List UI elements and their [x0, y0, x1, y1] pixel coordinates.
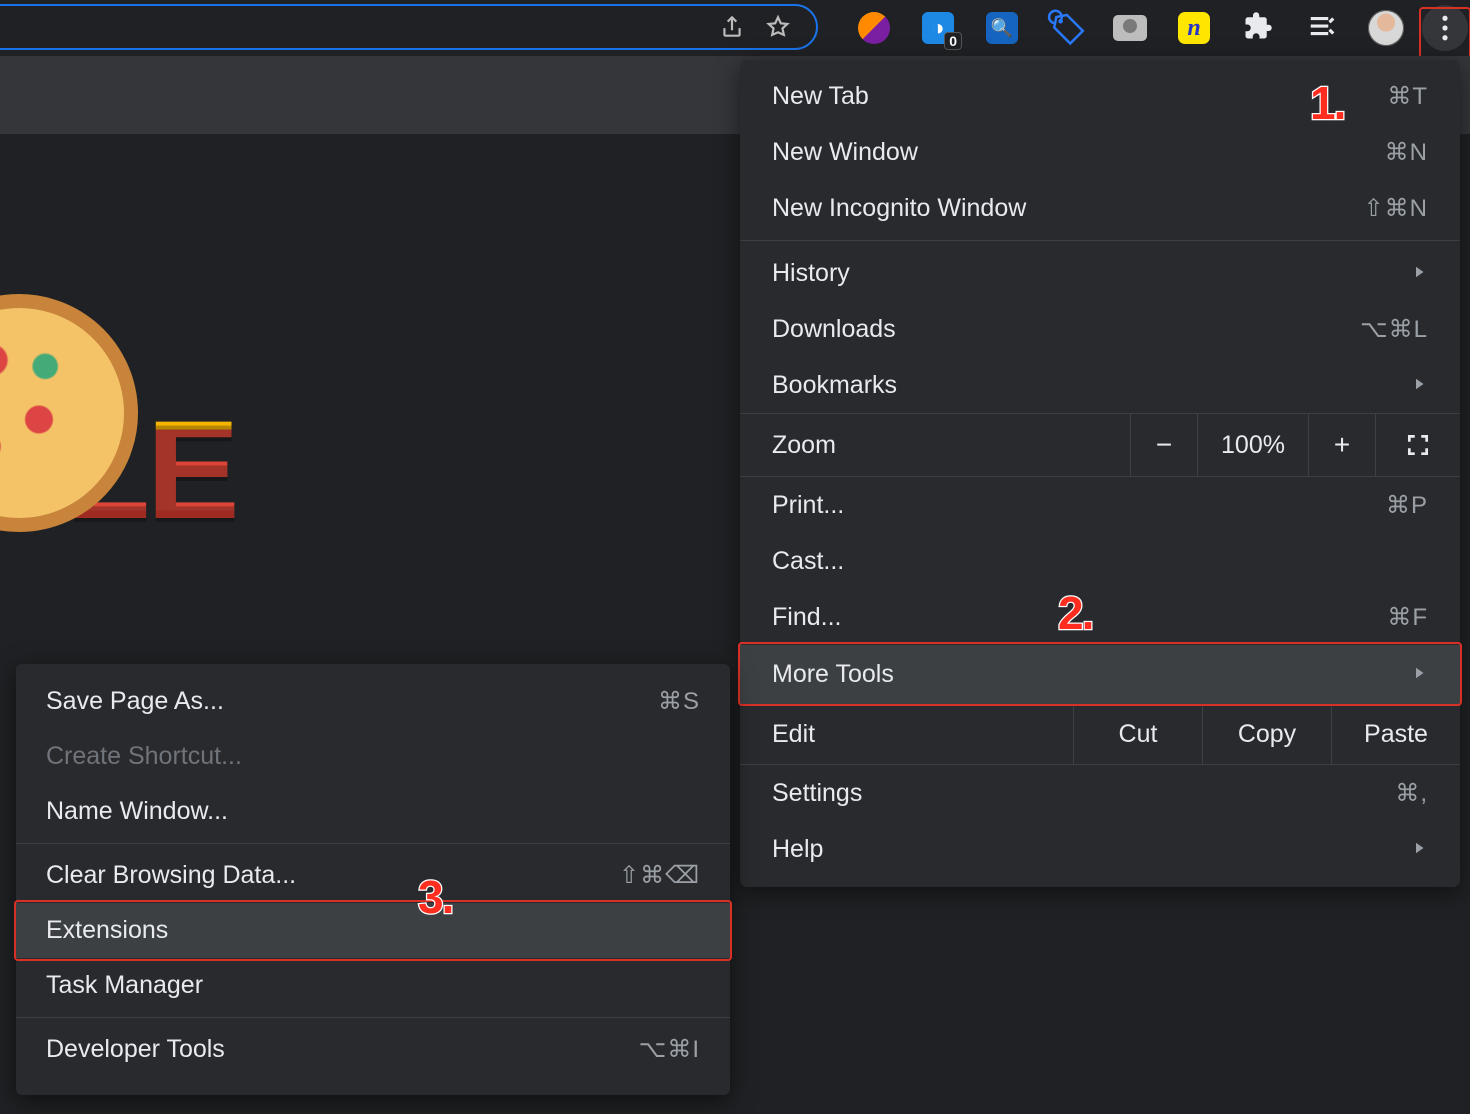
menu-new-incognito[interactable]: New Incognito Window ⇧⌘N: [740, 180, 1460, 236]
menu-item-shortcut: ⌘P: [1386, 491, 1428, 520]
submenu-task-manager[interactable]: Task Manager: [16, 958, 730, 1013]
menu-history[interactable]: History: [740, 245, 1460, 301]
menu-new-window[interactable]: New Window ⌘N: [740, 124, 1460, 180]
menu-item-label: Save Page As...: [46, 687, 224, 716]
menu-new-tab[interactable]: New Tab ⌘T: [740, 68, 1460, 124]
extension-icon-2[interactable]: 0: [906, 0, 970, 56]
menu-edit: Edit Cut Copy Paste: [740, 703, 1460, 765]
menu-item-shortcut: ⌘N: [1385, 138, 1428, 167]
address-bar[interactable]: [0, 4, 818, 50]
menu-item-label: Find...: [772, 603, 841, 632]
menu-item-label: Developer Tools: [46, 1035, 225, 1064]
menu-item-label: Task Manager: [46, 971, 203, 1000]
main-menu: New Tab ⌘T New Window ⌘N New Incognito W…: [740, 60, 1460, 887]
submenu-create-shortcut: Create Shortcut...: [16, 729, 730, 784]
edit-copy-button[interactable]: Copy: [1202, 704, 1331, 764]
browser-toolbar: 0 n: [0, 0, 1470, 57]
menu-item-label: Print...: [772, 491, 844, 520]
submenu-save-page[interactable]: Save Page As... ⌘S: [16, 674, 730, 729]
menu-divider: [16, 1017, 730, 1018]
bookmark-star-icon[interactable]: [762, 11, 794, 43]
menu-item-label: Cast...: [772, 547, 844, 576]
google-doodle[interactable]: GLE: [0, 310, 360, 630]
menu-item-shortcut: ⌘T: [1387, 82, 1428, 111]
menu-item-label: Help: [772, 835, 823, 864]
menu-item-shortcut: ⌥⌘L: [1360, 315, 1428, 344]
submenu-developer-tools[interactable]: Developer Tools ⌥⌘I: [16, 1022, 730, 1077]
menu-item-label: New Window: [772, 138, 918, 167]
menu-item-label: Name Window...: [46, 797, 228, 826]
extension-icon-6[interactable]: n: [1162, 0, 1226, 56]
extension-icon-4[interactable]: [1034, 0, 1098, 56]
edit-cut-button[interactable]: Cut: [1073, 704, 1202, 764]
fullscreen-button[interactable]: [1375, 414, 1460, 476]
menu-item-label: Downloads: [772, 315, 896, 344]
menu-item-label: Create Shortcut...: [46, 742, 242, 771]
submenu-arrow-icon: [1410, 259, 1428, 288]
menu-item-label: Bookmarks: [772, 371, 897, 400]
extension-icon-1[interactable]: [842, 0, 906, 56]
menu-help[interactable]: Help: [740, 821, 1460, 877]
menu-item-label: Zoom: [772, 431, 836, 460]
main-menu-button[interactable]: [1422, 5, 1468, 51]
edit-paste-button[interactable]: Paste: [1331, 704, 1460, 764]
menu-more-tools[interactable]: More Tools: [740, 645, 1460, 703]
menu-item-label: New Incognito Window: [772, 194, 1026, 223]
submenu-extensions[interactable]: Extensions: [16, 903, 730, 958]
menu-item-shortcut: ⌘F: [1387, 603, 1428, 632]
menu-settings[interactable]: Settings ⌘,: [740, 765, 1460, 821]
extensions-menu-icon[interactable]: [1226, 0, 1290, 56]
menu-item-label: Extensions: [46, 916, 168, 945]
profile-avatar[interactable]: [1354, 0, 1418, 56]
extension-strip: 0 n: [838, 0, 1470, 56]
menu-cast[interactable]: Cast...: [740, 533, 1460, 589]
extension-badge: 0: [944, 32, 962, 50]
more-tools-submenu: Save Page As... ⌘S Create Shortcut... Na…: [16, 664, 730, 1095]
submenu-arrow-icon: [1410, 835, 1428, 864]
extension-icon-5[interactable]: [1098, 0, 1162, 56]
submenu-name-window[interactable]: Name Window...: [16, 784, 730, 839]
share-icon[interactable]: [716, 11, 748, 43]
menu-print[interactable]: Print... ⌘P: [740, 477, 1460, 533]
submenu-arrow-icon: [1410, 660, 1428, 689]
menu-bookmarks[interactable]: Bookmarks: [740, 357, 1460, 413]
menu-item-label: New Tab: [772, 82, 869, 111]
menu-item-label: More Tools: [772, 660, 894, 689]
menu-item-shortcut: ⇧⌘N: [1364, 194, 1428, 223]
zoom-value: 100%: [1197, 414, 1308, 476]
reading-list-icon[interactable]: [1290, 0, 1354, 56]
menu-zoom: Zoom − 100% +: [740, 413, 1460, 477]
menu-downloads[interactable]: Downloads ⌥⌘L: [740, 301, 1460, 357]
menu-divider: [16, 843, 730, 844]
menu-item-label: Settings: [772, 779, 862, 808]
menu-find[interactable]: Find... ⌘F: [740, 589, 1460, 645]
menu-item-label: Clear Browsing Data...: [46, 861, 296, 890]
menu-item-label: Edit: [772, 720, 815, 749]
submenu-arrow-icon: [1410, 371, 1428, 400]
submenu-clear-browsing-data[interactable]: Clear Browsing Data... ⇧⌘⌫: [16, 848, 730, 903]
menu-item-shortcut: ⇧⌘⌫: [619, 861, 700, 890]
menu-item-shortcut: ⌘S: [658, 687, 700, 716]
zoom-out-button[interactable]: −: [1130, 414, 1197, 476]
menu-divider: [740, 240, 1460, 241]
menu-item-label: History: [772, 259, 850, 288]
menu-item-shortcut: ⌘,: [1395, 779, 1428, 808]
menu-item-shortcut: ⌥⌘I: [639, 1035, 700, 1064]
zoom-in-button[interactable]: +: [1308, 414, 1375, 476]
extension-icon-3[interactable]: [970, 0, 1034, 56]
